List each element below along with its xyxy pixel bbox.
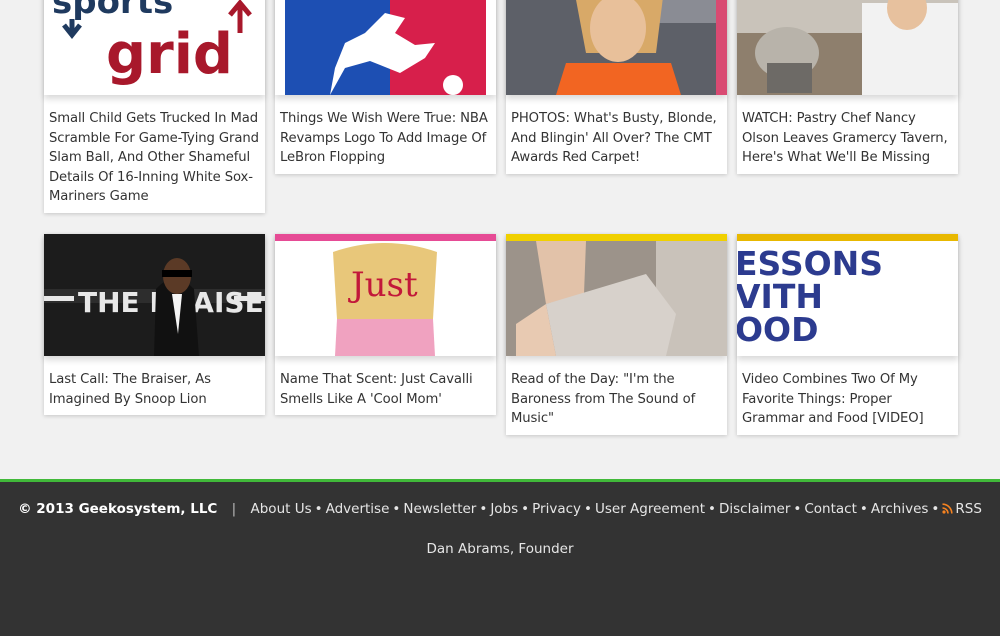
footer-link-rss[interactable]: RSS [942,501,982,517]
article-thumbnail[interactable] [506,234,727,356]
bullet-separator: • [521,501,530,517]
article-title-link[interactable]: Read of the Day: "I'm the Baroness from … [511,372,695,426]
bullet-separator: • [793,501,802,517]
article-title-link[interactable]: Small Child Gets Trucked In Mad Scramble… [49,111,259,204]
footer-link-newsletter[interactable]: Newsletter [403,501,476,517]
footer-link-about-us[interactable]: About Us [251,501,312,517]
footer-separator: | [231,501,237,517]
footer-link-jobs[interactable]: Jobs [490,501,518,517]
article-title-link[interactable]: WATCH: Pastry Chef Nancy Olson Leaves Gr… [742,111,948,165]
article-card[interactable]: sports grid Small Child Gets Trucked In … [44,0,265,213]
just-cavalli-bottle-image: Just [275,234,496,356]
braiser-snoop-image: THE BRAISER [44,234,265,356]
rss-icon [942,503,953,514]
sportsgrid-logo: sports grid [52,0,252,87]
footer-link-archives[interactable]: Archives [871,501,929,517]
rss-label: RSS [955,501,982,517]
thumb-just-text: Just [348,265,418,305]
pastry-chef-photo [737,0,958,95]
bullet-separator: • [584,501,592,517]
article-title-link[interactable]: Things We Wish Were True: NBA Revamps Lo… [280,111,488,165]
thumb-line-3: OOD [737,310,819,349]
red-carpet-photo [506,0,727,95]
article-card[interactable]: PHOTOS: What's Busty, Blonde, And Blingi… [506,0,727,174]
bullet-separator: • [931,501,940,517]
footer-link-contact[interactable]: Contact [804,501,857,517]
grammar-food-image: ESSONS VITH OOD [737,234,958,349]
article-thumbnail[interactable] [737,0,958,95]
footer-link-disclaimer[interactable]: Disclaimer [719,501,790,517]
article-title-link[interactable]: Last Call: The Braiser, As Imagined By S… [49,372,211,407]
footer-link-privacy[interactable]: Privacy [532,501,581,517]
article-thumbnail[interactable]: THE BRAISER [44,234,265,356]
site-footer: © 2013 Geekosystem, LLC | About Us • Adver… [0,479,1000,636]
article-grid: sports grid Small Child Gets Trucked In … [0,0,1000,480]
article-card[interactable]: THE BRAISER Last Call: The Braiser, As I… [44,234,265,416]
article-thumbnail[interactable] [506,0,727,95]
article-card[interactable]: ESSONS VITH OOD Video Combines Two Of My… [737,234,958,435]
article-title[interactable]: Small Child Gets Trucked In Mad Scramble… [44,95,265,213]
bullet-separator: • [314,501,323,517]
article-title-link[interactable]: PHOTOS: What's Busty, Blonde, And Blingi… [511,111,717,165]
bullet-separator: • [708,501,716,517]
article-title[interactable]: Things We Wish Were True: NBA Revamps Lo… [275,95,496,174]
article-card[interactable]: Just Name That Scent: Just Cavalli Smell… [275,234,496,416]
bullet-separator: • [479,501,488,517]
article-title[interactable]: WATCH: Pastry Chef Nancy Olson Leaves Gr… [737,95,958,174]
footer-link-advertise[interactable]: Advertise [326,501,390,517]
copyright-text: © 2013 Geekosystem, LLC [18,501,218,517]
article-thumbnail[interactable]: ESSONS VITH OOD [737,234,958,356]
article-thumbnail[interactable]: Just [275,234,496,356]
article-title[interactable]: Read of the Day: "I'm the Baroness from … [506,356,727,435]
footer-links: © 2013 Geekosystem, LLC | About Us • Adver… [0,501,1000,517]
article-title-link[interactable]: Video Combines Two Of My Favorite Things… [742,372,924,426]
baroness-photo [506,234,727,356]
logo-main-text: grid [106,22,233,87]
article-card[interactable]: Read of the Day: "I'm the Baroness from … [506,234,727,435]
founder-credit: Dan Abrams, Founder [426,541,574,557]
article-card[interactable]: WATCH: Pastry Chef Nancy Olson Leaves Gr… [737,0,958,174]
article-card[interactable]: Things We Wish Were True: NBA Revamps Lo… [275,0,496,174]
bullet-separator: • [859,501,868,517]
article-title[interactable]: Name That Scent: Just Cavalli Smells Lik… [275,356,496,415]
article-title-link[interactable]: Name That Scent: Just Cavalli Smells Lik… [280,372,473,407]
article-title[interactable]: Video Combines Two Of My Favorite Things… [737,356,958,435]
bullet-separator: • [392,501,401,517]
article-title[interactable]: PHOTOS: What's Busty, Blonde, And Blingi… [506,95,727,174]
article-title[interactable]: Last Call: The Braiser, As Imagined By S… [44,356,265,415]
nba-logo-image [285,0,486,95]
article-thumbnail[interactable] [275,0,496,95]
article-thumbnail[interactable]: sports grid [44,0,265,95]
logo-top-text: sports [52,0,173,22]
footer-link-user-agreement[interactable]: User Agreement [595,501,705,517]
